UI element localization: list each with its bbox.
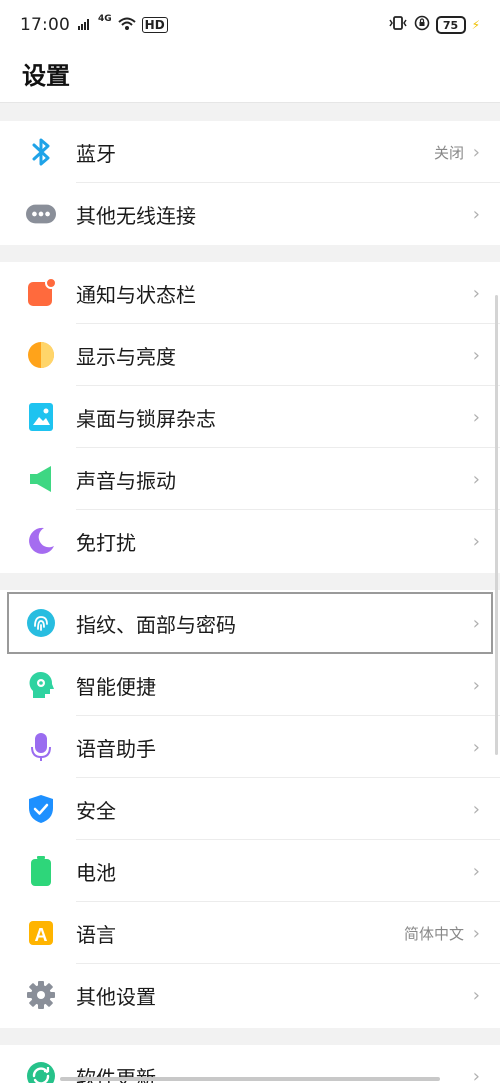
chevron-right-icon: › [472, 612, 480, 634]
moon-icon [26, 526, 56, 556]
bluetooth-icon [26, 137, 56, 167]
settings-item-label: 桌面与锁屏杂志 [76, 406, 216, 431]
battery-icon [26, 856, 56, 886]
chevron-right-icon: › [472, 282, 480, 304]
settings-item-notifications[interactable]: 通知与状态栏 › [0, 262, 500, 324]
battery-indicator: 75 [435, 16, 466, 34]
settings-item-other-settings[interactable]: 其他设置 › [0, 964, 500, 1026]
network-type: 4G [98, 14, 112, 24]
vibrate-icon [388, 15, 408, 35]
system-indicators: 75 ⚡ [388, 15, 480, 35]
fingerprint-icon [26, 608, 56, 638]
group-divider [0, 103, 500, 121]
sound-icon [26, 464, 56, 494]
settings-item-label: 声音与振动 [76, 468, 176, 493]
settings-item-label: 电池 [76, 860, 116, 885]
rotation-lock-icon [414, 15, 430, 35]
group-divider [0, 245, 500, 262]
signal-icon [78, 18, 92, 33]
settings-item-battery[interactable]: 电池 › [0, 840, 500, 902]
settings-item-value: 简体中文 [403, 924, 464, 943]
settings-item-label: 蓝牙 [76, 141, 116, 166]
display-icon [26, 340, 56, 370]
settings-item-sound[interactable]: 声音与振动 › [0, 448, 500, 510]
settings-item-language[interactable]: A 语言 简体中文 › [0, 902, 500, 964]
chevron-right-icon: › [472, 203, 480, 225]
chevron-right-icon: › [472, 406, 480, 428]
chevron-right-icon: › [472, 798, 480, 820]
chevron-right-icon: › [472, 141, 480, 163]
chevron-right-icon: › [472, 530, 480, 552]
settings-item-label: 安全 [76, 798, 116, 823]
shield-icon [26, 794, 56, 824]
wifi-hd-label: HD [141, 17, 168, 33]
settings-item-label: 语音助手 [76, 736, 156, 761]
charging-icon: ⚡ [471, 18, 480, 32]
gear-icon [26, 980, 56, 1010]
settings-item-label: 通知与状态栏 [76, 282, 196, 307]
more-connections-icon [26, 199, 56, 229]
chevron-right-icon: › [472, 468, 480, 490]
microphone-icon [26, 732, 56, 762]
settings-item-fingerprint-face-password[interactable]: 指纹、面部与密码 › [7, 592, 493, 654]
clock: 17:00 [20, 15, 70, 35]
settings-item-label: 智能便捷 [76, 674, 156, 699]
chevron-right-icon: › [472, 674, 480, 696]
settings-item-wallpaper[interactable]: 桌面与锁屏杂志 › [0, 386, 500, 448]
group-divider [0, 1028, 500, 1045]
settings-item-label: 显示与亮度 [76, 344, 176, 369]
status-bar: 17:00 4G HD 75 ⚡ [0, 0, 500, 50]
language-icon: A [26, 918, 56, 948]
wifi-icon [117, 17, 136, 34]
chevron-right-icon: › [472, 1065, 480, 1083]
notification-icon [26, 278, 56, 308]
settings-item-display[interactable]: 显示与亮度 › [0, 324, 500, 386]
settings-item-label: 其他无线连接 [76, 203, 196, 228]
scrollbar[interactable] [495, 295, 498, 755]
wallpaper-icon [26, 402, 56, 432]
chevron-right-icon: › [472, 736, 480, 758]
settings-item-label: 指纹、面部与密码 [76, 612, 236, 637]
settings-item-security[interactable]: 安全 › [0, 778, 500, 840]
home-indicator[interactable] [60, 1077, 440, 1081]
group-divider [0, 573, 500, 590]
settings-item-label: 其他设置 [76, 984, 156, 1009]
settings-item-other-connections[interactable]: 其他无线连接 › [0, 183, 500, 245]
settings-item-voice-assistant[interactable]: 语音助手 › [0, 716, 500, 778]
settings-item-label: 语言 [76, 922, 116, 947]
chevron-right-icon: › [472, 860, 480, 882]
chevron-right-icon: › [472, 922, 480, 944]
update-icon [26, 1061, 56, 1083]
settings-item-bluetooth[interactable]: 蓝牙 关闭 › [0, 121, 500, 183]
settings-item-label: 免打扰 [76, 530, 136, 555]
settings-item-do-not-disturb[interactable]: 免打扰 › [0, 510, 500, 572]
svg-text:A: A [35, 925, 48, 945]
settings-item-smart[interactable]: 智能便捷 › [0, 654, 500, 716]
network-indicators: 4G HD [78, 14, 168, 34]
chevron-right-icon: › [472, 344, 480, 366]
page-title: 设置 [22, 62, 70, 90]
chevron-right-icon: › [472, 984, 480, 1006]
settings-item-value: 关闭 [433, 143, 464, 162]
smart-icon [26, 670, 56, 700]
